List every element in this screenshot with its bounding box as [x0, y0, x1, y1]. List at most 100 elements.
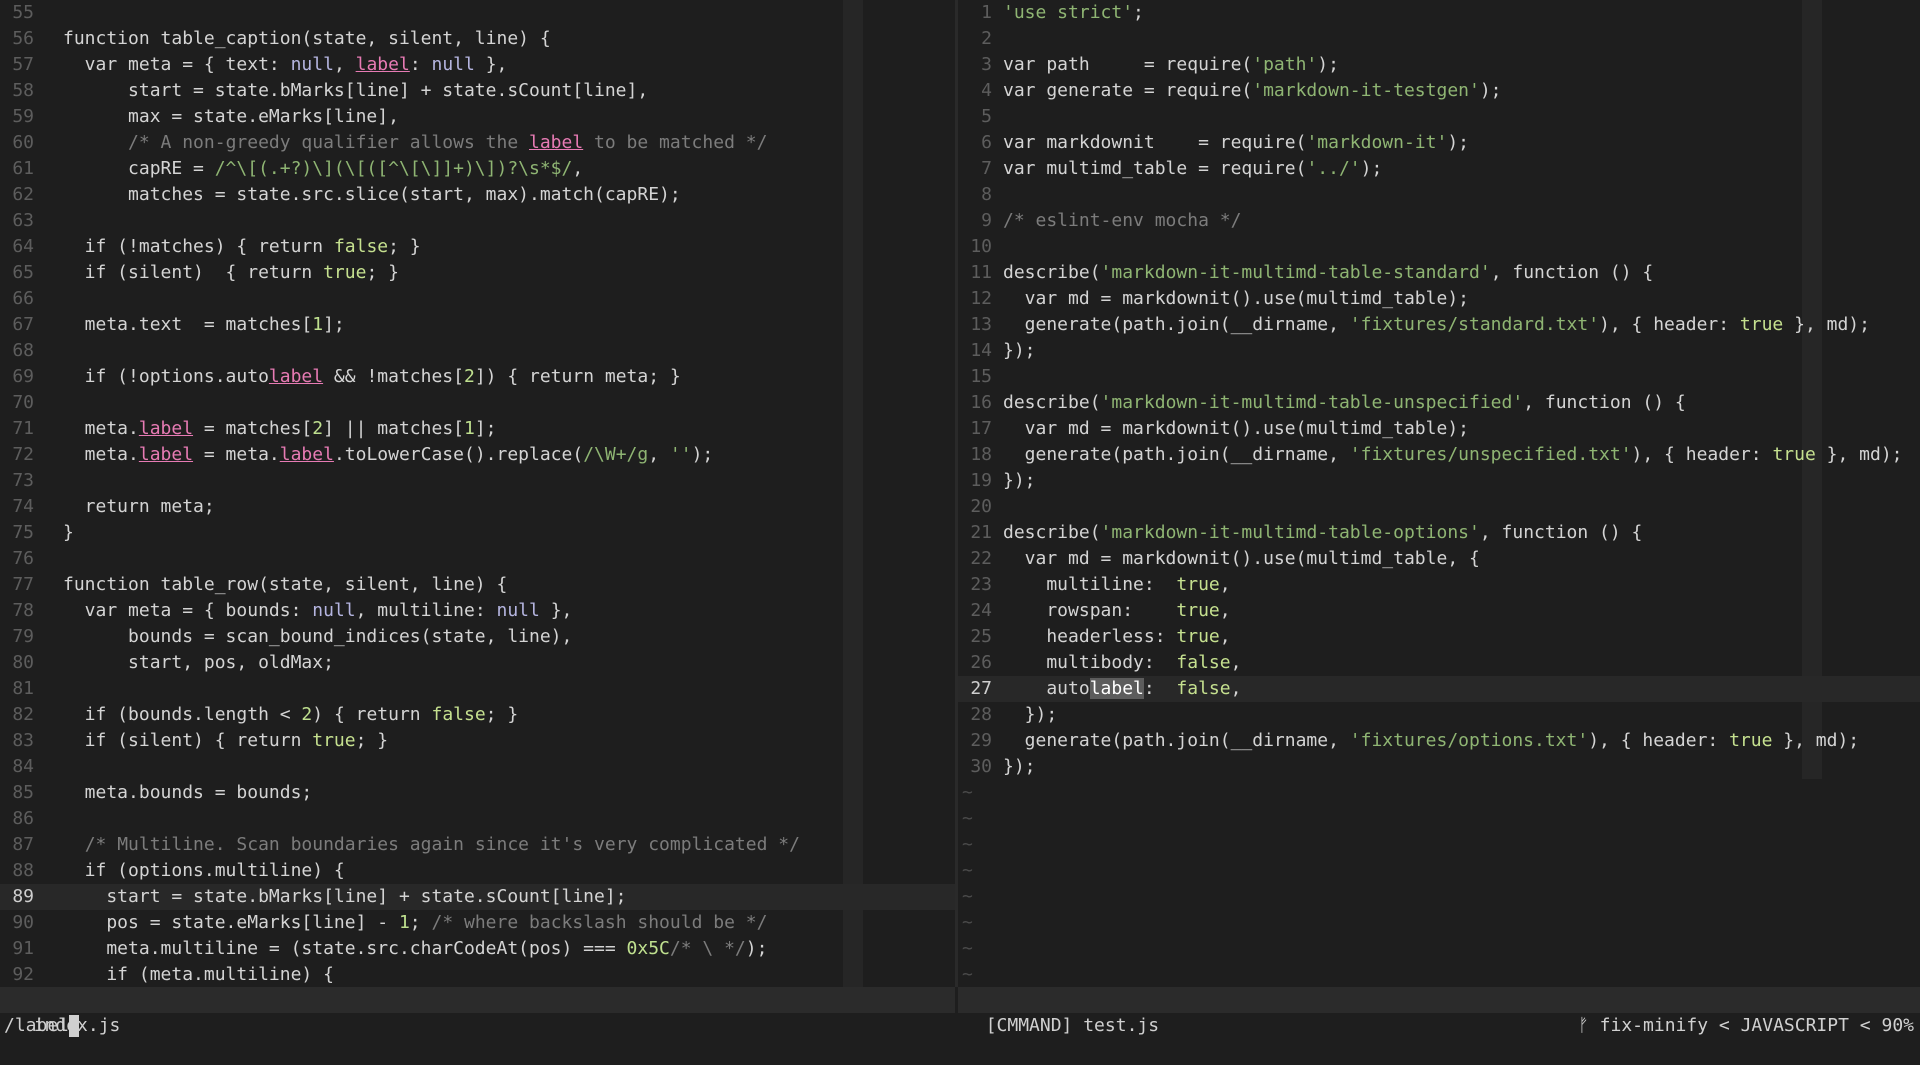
code-text: if (!options.autolabel && !matches[2]) {… — [63, 366, 681, 387]
line-number: 79 — [12, 626, 34, 647]
line-number: 81 — [12, 678, 34, 699]
code-line[interactable]: 58 start = state.bMarks[line] + state.sC… — [0, 78, 955, 104]
code-line[interactable]: 63 — [0, 208, 955, 234]
code-line[interactable]: 60 /* A non-greedy qualifier allows the … — [0, 130, 955, 156]
code-line[interactable]: 24 rowspan: true, — [958, 598, 1920, 624]
code-line[interactable]: 87 /* Multiline. Scan boundaries again s… — [0, 832, 955, 858]
line-number: 74 — [12, 496, 34, 517]
line-number: 76 — [12, 548, 34, 569]
code-line[interactable]: 70 — [0, 390, 955, 416]
code-line[interactable]: 74 return meta; — [0, 494, 955, 520]
code-line[interactable]: 9 /* eslint-env mocha */ — [958, 208, 1920, 234]
code-text: var md = markdownit().use(multimd_table)… — [1003, 418, 1469, 439]
line-number: 75 — [12, 522, 34, 543]
code-line[interactable]: 3 var path = require('path'); — [958, 52, 1920, 78]
line-number: 77 — [12, 574, 34, 595]
editor-pane-right[interactable]: 1'use strict'; 2 3 var path = require('path… — [958, 0, 1920, 987]
line-number: 18 — [970, 444, 992, 465]
code-line[interactable]: 71 meta.label = matches[2] || matches[1]… — [0, 416, 955, 442]
code-line[interactable]: 12 var md = markdownit().use(multimd_tab… — [958, 286, 1920, 312]
code-line[interactable]: 22 var md = markdownit().use(multimd_tab… — [958, 546, 1920, 572]
code-line[interactable]: 20 — [958, 494, 1920, 520]
code-line[interactable]: 11 describe('markdown-it-multimd-table-st… — [958, 260, 1920, 286]
code-line[interactable]: 73 — [0, 468, 955, 494]
tilde-marker: ~ — [962, 808, 973, 829]
code-line[interactable]: 56 function table_caption(state, silent, … — [0, 26, 955, 52]
code-line[interactable]: 19}); — [958, 468, 1920, 494]
line-number: 87 — [12, 834, 34, 855]
code-line[interactable]: 92 if (meta.multiline) { — [0, 962, 955, 987]
code-line[interactable]: 16 describe('markdown-it-multimd-table-un… — [958, 390, 1920, 416]
code-line[interactable]: 67 meta.text = matches[1]; — [0, 312, 955, 338]
code-text: }); — [1003, 756, 1036, 777]
code-line[interactable]: 83 if (silent) { return true; } — [0, 728, 955, 754]
code-line[interactable]: 64 if (!matches) { return false; } — [0, 234, 955, 260]
status-bar-right: [CMMAND] test.js ᚠ fix-minify < JAVASCRI… — [958, 987, 1920, 1036]
code-line[interactable]: 59 max = state.eMarks[line], — [0, 104, 955, 130]
tilde-marker: ~ — [962, 834, 973, 855]
code-line[interactable]: 1 'use strict'; — [958, 0, 1920, 26]
code-text: if (bounds.length < 2) { return false; } — [63, 704, 519, 725]
line-number: 11 — [970, 262, 992, 283]
code-line[interactable]: 30}); — [958, 754, 1920, 780]
code-line[interactable]: 88 if (options.multiline) { — [0, 858, 955, 884]
line-number: 12 — [970, 288, 992, 309]
empty-buffer-line: ~ — [958, 910, 1920, 936]
code-text: } — [63, 522, 74, 543]
code-line[interactable]: 65 if (silent) { return true; } — [0, 260, 955, 286]
code-line[interactable]: 79 bounds = scan_bound_indices(state, li… — [0, 624, 955, 650]
command-line[interactable]: /label — [0, 1013, 1920, 1039]
line-number: 66 — [12, 288, 34, 309]
code-line[interactable]: 61 capRE = /^\[(.+?)\](\[([^\[\]]+)\])?\… — [0, 156, 955, 182]
code-text: describe('markdown-it-multimd-table-stan… — [1003, 262, 1654, 283]
editor-pane-left[interactable]: 55 56 function table_caption(state, silent… — [0, 0, 955, 987]
code-line[interactable]: 26 multibody: false, — [958, 650, 1920, 676]
code-line[interactable]: 84 — [0, 754, 955, 780]
code-line[interactable]: 81 — [0, 676, 955, 702]
code-line[interactable]: 6 var markdownit = require('markdown-it')… — [958, 130, 1920, 156]
code-line[interactable]: 28 }); — [958, 702, 1920, 728]
code-line[interactable]: 69 if (!options.autolabel && !matches[2]… — [0, 364, 955, 390]
code-text: var multimd_table = require('../'); — [1003, 158, 1383, 179]
code-line[interactable]: 25 headerless: true, — [958, 624, 1920, 650]
code-text: rowspan: true, — [1003, 600, 1231, 621]
code-line[interactable]: 57 var meta = { text: null, label: null … — [0, 52, 955, 78]
code-line[interactable]: 2 — [958, 26, 1920, 52]
code-line[interactable]: 5 — [958, 104, 1920, 130]
line-number: 2 — [981, 28, 992, 49]
code-line[interactable]: 10 — [958, 234, 1920, 260]
code-line[interactable]: 90 pos = state.eMarks[line] - 1; /* wher… — [0, 910, 955, 936]
code-line[interactable]: 76 — [0, 546, 955, 572]
code-text: generate(path.join(__dirname, 'fixtures/… — [1003, 314, 1870, 335]
code-line[interactable]: 4 var generate = require('markdown-it-tes… — [958, 78, 1920, 104]
code-text: meta.text = matches[1]; — [63, 314, 345, 335]
code-line[interactable]: 17 var md = markdownit().use(multimd_tab… — [958, 416, 1920, 442]
code-text: var markdownit = require('markdown-it'); — [1003, 132, 1470, 153]
code-line[interactable]: 18 generate(path.join(__dirname, 'fixtur… — [958, 442, 1920, 468]
code-line[interactable]: 23 multiline: true, — [958, 572, 1920, 598]
code-line[interactable]: 82 if (bounds.length < 2) { return false… — [0, 702, 955, 728]
code-line[interactable]: 21 describe('markdown-it-multimd-table-op… — [958, 520, 1920, 546]
code-line[interactable]: 68 — [0, 338, 955, 364]
code-line[interactable]: 13 generate(path.join(__dirname, 'fixtur… — [958, 312, 1920, 338]
code-line-current[interactable]: 27 autolabel: false, — [958, 676, 1920, 702]
code-text: multibody: false, — [1003, 652, 1242, 673]
code-line[interactable]: 14}); — [958, 338, 1920, 364]
line-number: 63 — [12, 210, 34, 231]
code-line[interactable]: 72 meta.label = meta.label.toLowerCase()… — [0, 442, 955, 468]
code-line[interactable]: 8 — [958, 182, 1920, 208]
code-line[interactable]: 62 matches = state.src.slice(start, max)… — [0, 182, 955, 208]
code-line[interactable]: 75} — [0, 520, 955, 546]
code-line[interactable]: 15 — [958, 364, 1920, 390]
code-line[interactable]: 85 meta.bounds = bounds; — [0, 780, 955, 806]
code-line[interactable]: 78 var meta = { bounds: null, multiline:… — [0, 598, 955, 624]
code-line[interactable]: 55 — [0, 0, 955, 26]
code-line[interactable]: 29 generate(path.join(__dirname, 'fixtur… — [958, 728, 1920, 754]
code-line[interactable]: 7 var multimd_table = require('../'); — [958, 156, 1920, 182]
code-line[interactable]: 80 start, pos, oldMax; — [0, 650, 955, 676]
code-line-current[interactable]: 89 start = state.bMarks[line] + state.sC… — [0, 884, 955, 910]
code-line[interactable]: 77 function table_row(state, silent, line… — [0, 572, 955, 598]
code-line[interactable]: 91 meta.multiline = (state.src.charCodeA… — [0, 936, 955, 962]
code-line[interactable]: 86 — [0, 806, 955, 832]
code-line[interactable]: 66 — [0, 286, 955, 312]
